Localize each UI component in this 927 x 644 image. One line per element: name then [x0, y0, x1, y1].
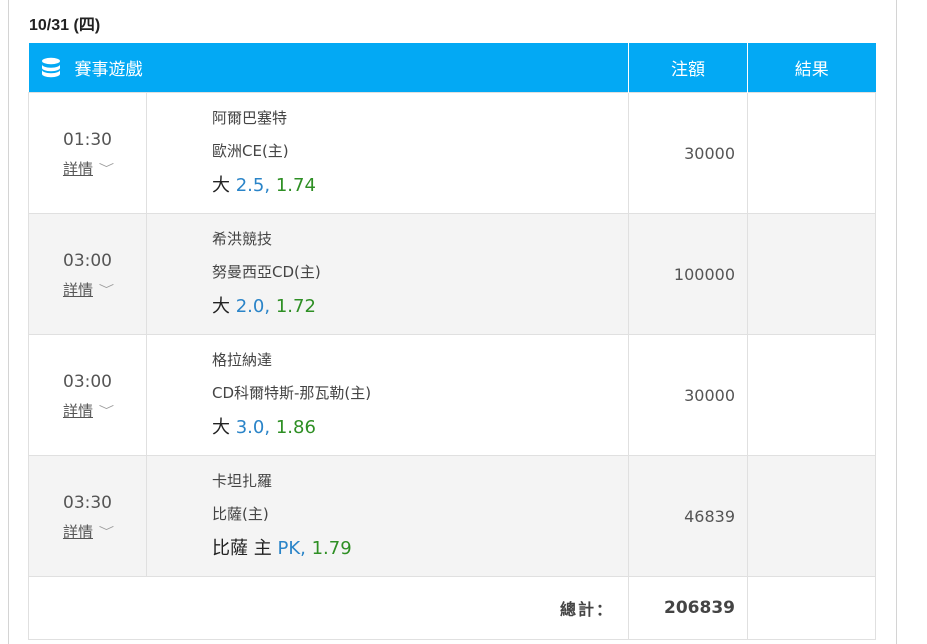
time-cell: 01:30 詳情 ﹀ — [28, 92, 147, 214]
team-home: 比薩(主) — [212, 505, 269, 523]
details-toggle[interactable]: 詳情 ﹀ — [62, 521, 115, 542]
header-result: 結果 — [747, 43, 876, 93]
details-toggle[interactable]: 詳情 ﹀ — [62, 279, 115, 300]
details-toggle[interactable]: 詳情 ﹀ — [62, 400, 115, 421]
result-cell — [747, 455, 876, 577]
odds: 1.72 — [275, 296, 316, 317]
chevron-down-icon: ﹀ — [98, 525, 115, 538]
stake-cell: 46839 — [628, 455, 748, 577]
total-result-cell — [747, 576, 876, 640]
selection: 大 — [212, 417, 230, 438]
market-line: 大 2.0, 1.72 — [212, 295, 628, 319]
odds: 1.79 — [311, 538, 352, 559]
bet-time: 01:30 — [63, 129, 112, 150]
page-left-border — [8, 0, 9, 644]
bet-row: 03:00 詳情 ﹀ 希洪競技 努曼西亞CD(主) 大 2.0, 1.72 10… — [28, 213, 876, 335]
time-cell: 03:30 詳情 ﹀ — [28, 455, 147, 577]
time-cell: 03:00 詳情 ﹀ — [28, 334, 147, 456]
selection: 大 — [212, 175, 230, 196]
details-toggle[interactable]: 詳情 ﹀ — [62, 158, 115, 179]
header-stake: 注額 — [628, 43, 748, 93]
details-link-label: 詳情 — [62, 280, 93, 299]
selection: 大 — [212, 296, 230, 317]
selection: 比薩 主 — [212, 538, 272, 559]
bet-time: 03:30 — [63, 492, 112, 513]
time-cell: 03:00 詳情 ﹀ — [28, 213, 147, 335]
details-link-label: 詳情 — [62, 522, 93, 541]
result-cell — [747, 213, 876, 335]
team-home: 歐洲CE(主) — [212, 142, 289, 160]
bet-time: 03:00 — [63, 371, 112, 392]
team-away: 阿爾巴塞特 — [212, 109, 288, 127]
bet-time: 03:00 — [63, 250, 112, 271]
match-cell: 阿爾巴塞特 歐洲CE(主) 大 2.5, 1.74 — [146, 92, 629, 214]
market-line: 大 3.0, 1.86 — [212, 416, 628, 440]
bet-row: 01:30 詳情 ﹀ 阿爾巴塞特 歐洲CE(主) 大 2.5, 1.74 300… — [28, 92, 876, 214]
handicap: PK, — [277, 538, 306, 559]
team-home: 努曼西亞CD(主) — [212, 263, 321, 281]
odds: 1.86 — [275, 417, 316, 438]
total-value: 206839 — [628, 576, 748, 640]
team-away: 卡坦扎羅 — [212, 472, 273, 490]
table-header-row: 賽事遊戲 注額 結果 — [28, 43, 876, 93]
team-home: CD科爾特斯-那瓦勒(主) — [212, 384, 372, 402]
total-label: 總計： — [28, 576, 629, 640]
stake-cell: 100000 — [628, 213, 748, 335]
page-right-border — [896, 0, 897, 644]
total-row: 總計： 206839 — [28, 576, 876, 640]
match-cell: 格拉納達 CD科爾特斯-那瓦勒(主) 大 3.0, 1.86 — [146, 334, 629, 456]
stake-cell: 30000 — [628, 334, 748, 456]
team-away: 格拉納達 — [212, 351, 273, 369]
database-icon — [41, 57, 60, 77]
handicap: 2.0, — [235, 296, 271, 317]
match-cell: 卡坦扎羅 比薩(主) 比薩 主 PK, 1.79 — [146, 455, 629, 577]
team-away: 希洪競技 — [212, 230, 273, 248]
odds: 1.74 — [275, 175, 316, 196]
bet-row: 03:30 詳情 ﹀ 卡坦扎羅 比薩(主) 比薩 主 PK, 1.79 4683… — [28, 455, 876, 577]
match-cell: 希洪競技 努曼西亞CD(主) 大 2.0, 1.72 — [146, 213, 629, 335]
chevron-down-icon: ﹀ — [98, 404, 115, 417]
details-link-label: 詳情 — [62, 401, 93, 420]
header-game-label: 賽事遊戲 — [74, 60, 143, 80]
header-game: 賽事遊戲 — [28, 43, 629, 93]
result-cell — [747, 92, 876, 214]
bets-table: 賽事遊戲 注額 結果 01:30 詳情 ﹀ 阿爾巴塞特 歐洲CE(主) 大 2.… — [28, 43, 876, 640]
stake-cell: 30000 — [628, 92, 748, 214]
details-link-label: 詳情 — [62, 159, 93, 178]
chevron-down-icon: ﹀ — [98, 283, 115, 296]
chevron-down-icon: ﹀ — [98, 162, 115, 175]
market-line: 比薩 主 PK, 1.79 — [212, 537, 628, 561]
date-heading: 10/31 (四) — [29, 17, 101, 34]
market-line: 大 2.5, 1.74 — [212, 174, 628, 198]
handicap: 2.5, — [235, 175, 271, 196]
handicap: 3.0, — [235, 417, 271, 438]
bet-row: 03:00 詳情 ﹀ 格拉納達 CD科爾特斯-那瓦勒(主) 大 3.0, 1.8… — [28, 334, 876, 456]
result-cell — [747, 334, 876, 456]
